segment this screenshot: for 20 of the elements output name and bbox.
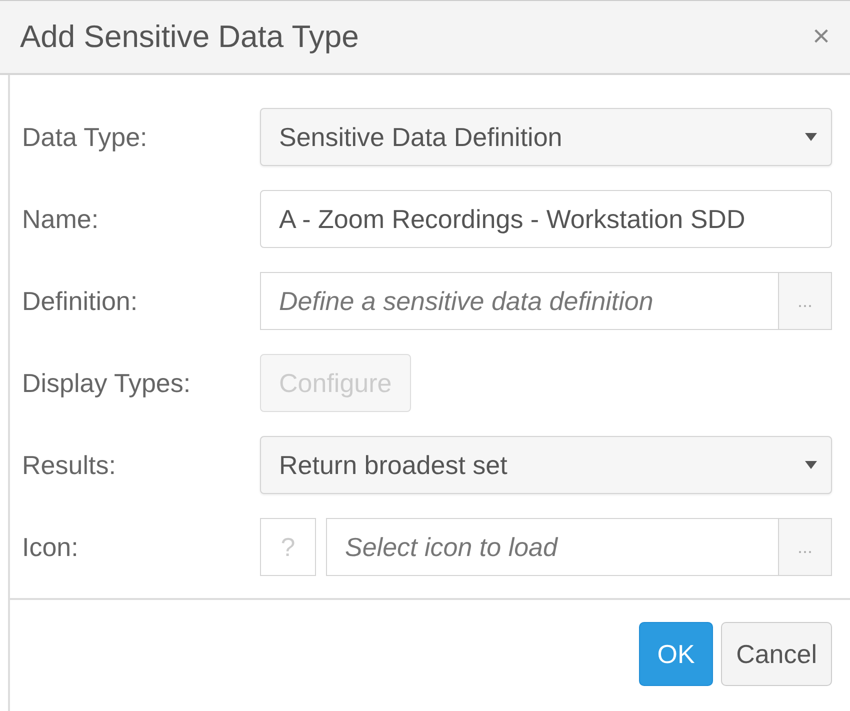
field-label: Display Types: [22,368,192,398]
browse-button[interactable]: ... [778,272,832,330]
definition-input[interactable]: Define a sensitive data definition [260,272,778,330]
name-input[interactable]: A - Zoom Recordings - Workstation SDD [260,190,832,248]
field-label: Icon: [22,532,80,562]
field-label: Name: [22,204,100,234]
field-label: Definition: [22,286,139,316]
dropdown[interactable]: Sensitive Data Definition [260,108,832,166]
dialog-title: Add Sensitive Data Type [20,19,359,55]
ok-button[interactable]: OK [639,622,714,686]
field-label: Data Type: [22,122,148,152]
close-button[interactable]: × [808,20,834,54]
caret-icon [805,133,817,141]
browse-button[interactable]: ... [778,518,832,576]
icon-preview: ? [260,518,316,576]
cancel-button[interactable]: Cancel [721,622,832,686]
dropdown[interactable]: Return broadest set [260,436,832,494]
caret-icon [805,461,817,469]
icon-input[interactable]: Select icon to load [326,518,778,576]
field-label: Results: [22,450,117,480]
